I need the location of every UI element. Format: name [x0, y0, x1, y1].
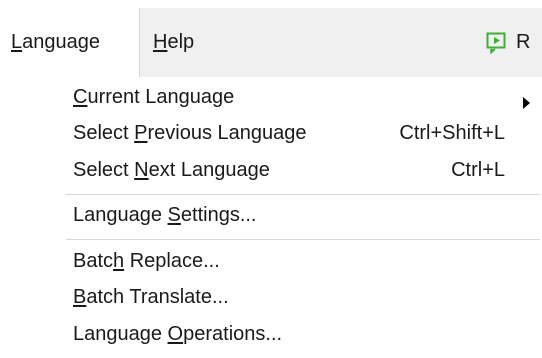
menu-item-label: Language Operations...	[73, 323, 283, 345]
menu-bar-top-strip	[0, 0, 542, 8]
menu-item-select-next-language[interactable]: Select Next Language Ctrl+L	[0, 154, 542, 190]
menu-item-label: Select Previous Language	[73, 122, 307, 144]
menu-item-current-language[interactable]: Current Language	[0, 81, 542, 117]
menu-item-language-operations[interactable]: Language Operations...	[0, 318, 542, 354]
menu-item-language-settings[interactable]: Language Settings...	[0, 199, 542, 235]
language-dropdown-menu: Current Language Select Previous Languag…	[0, 77, 542, 358]
menu-language-label: anguage	[22, 31, 100, 53]
menu-help-label: elp	[167, 31, 195, 53]
menu-item-batch-translate[interactable]: Batch Translate...	[0, 281, 542, 317]
menu-help-mnemonic: H	[153, 31, 168, 53]
menu-separator	[66, 194, 540, 195]
menu-item-label: Current Language	[73, 86, 235, 108]
menu-item-label: Batch Replace...	[73, 250, 220, 272]
chevron-right-icon	[523, 92, 531, 115]
menu-item-label: Batch Translate...	[73, 286, 229, 308]
menu-item-label: Select Next Language	[73, 159, 270, 181]
menu-item-select-previous-language[interactable]: Select Previous Language Ctrl+Shift+L	[0, 117, 542, 153]
menu-item-shortcut: Ctrl+Shift+L	[399, 122, 505, 144]
menu-language[interactable]: Language	[0, 8, 140, 77]
menu-run-label: R	[516, 31, 531, 53]
run-icon	[486, 32, 508, 54]
menu-item-label: Language Settings...	[73, 204, 257, 226]
menu-item-shortcut: Ctrl+L	[451, 159, 505, 181]
menu-help[interactable]: Help	[140, 8, 194, 77]
menu-bar: Language Help R	[0, 0, 542, 77]
menu-run[interactable]: R	[486, 8, 530, 77]
menu-item-batch-replace[interactable]: Batch Replace...	[0, 245, 542, 281]
menu-separator	[66, 239, 540, 240]
menu-language-mnemonic: L	[11, 31, 23, 53]
